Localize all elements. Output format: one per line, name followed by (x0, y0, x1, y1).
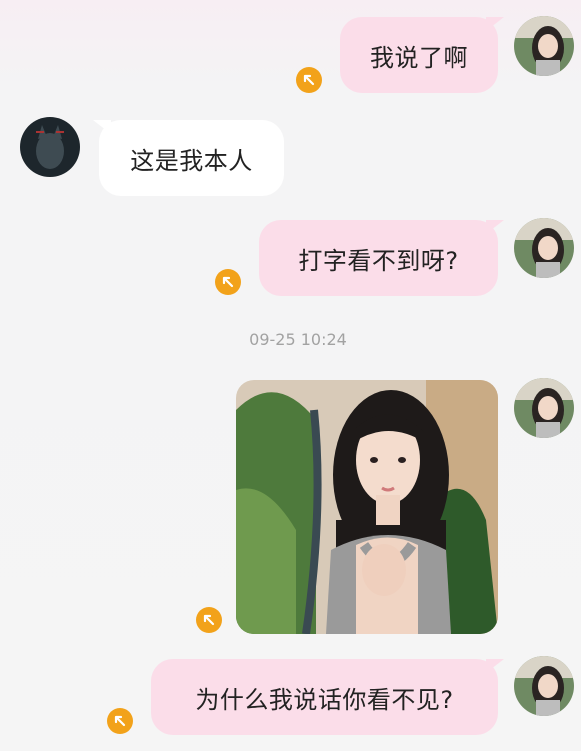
message-timestamp: 09-25 10:24 (249, 330, 347, 349)
girl-avatar-icon (514, 218, 574, 278)
message-bubble[interactable]: 打字看不到呀? (259, 220, 498, 296)
girl-avatar-icon (514, 656, 574, 716)
girl-avatar-icon (514, 16, 574, 76)
message-bubble[interactable]: 为什么我说话你看不见? (151, 659, 498, 735)
message-bubble[interactable]: 我说了啊 (340, 17, 498, 93)
arrow-up-left-icon (203, 614, 215, 626)
wolf-avatar-icon (20, 117, 80, 177)
message-status-badge[interactable] (215, 269, 241, 295)
message-bubble[interactable]: 这是我本人 (99, 120, 284, 196)
message-text: 我说了啊 (370, 43, 468, 72)
girl-avatar-icon (514, 378, 574, 438)
self-avatar[interactable] (514, 16, 574, 76)
arrow-up-left-icon (222, 276, 234, 288)
self-avatar[interactable] (514, 656, 574, 716)
other-avatar[interactable] (20, 117, 80, 177)
message-status-badge[interactable] (196, 607, 222, 633)
arrow-up-left-icon (303, 74, 315, 86)
message-status-badge[interactable] (296, 67, 322, 93)
arrow-up-left-icon (114, 715, 126, 727)
selfie-photo (236, 380, 498, 634)
self-avatar[interactable] (514, 378, 574, 438)
self-avatar[interactable] (514, 218, 574, 278)
message-text: 这是我本人 (130, 146, 253, 175)
image-message[interactable] (236, 380, 498, 634)
message-status-badge[interactable] (107, 708, 133, 734)
message-text: 打字看不到呀? (298, 246, 459, 275)
message-text: 为什么我说话你看不见? (195, 685, 454, 714)
